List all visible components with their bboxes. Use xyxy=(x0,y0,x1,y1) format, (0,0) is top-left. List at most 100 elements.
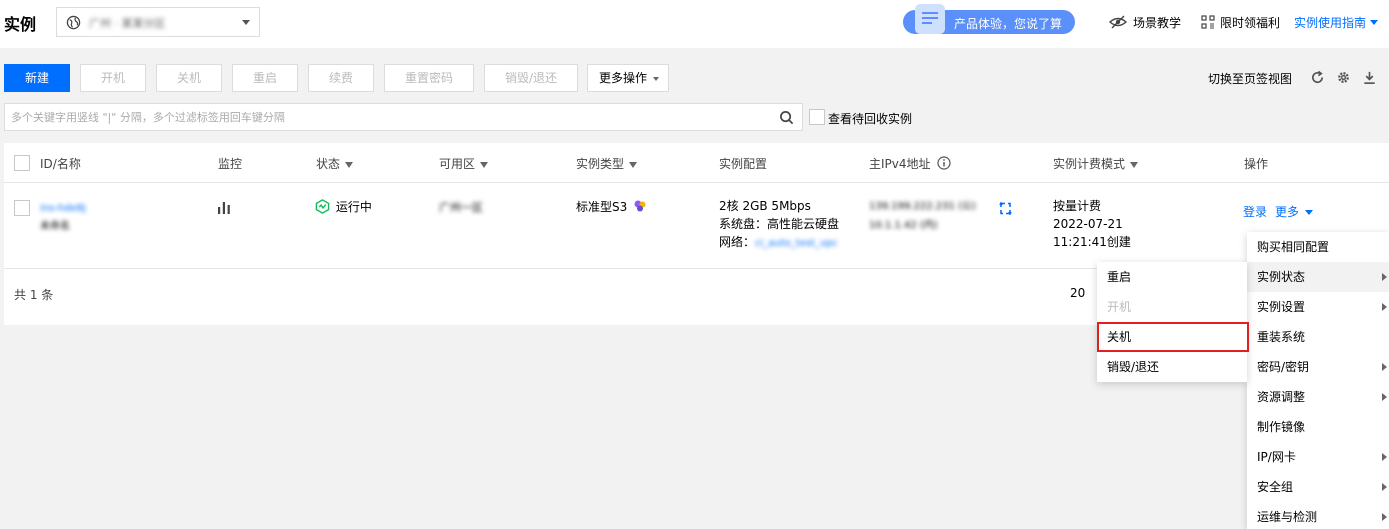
column-header-ip: 主IPv4地址 xyxy=(869,155,951,172)
recycle-checkbox[interactable] xyxy=(809,109,825,125)
menu-item-resource-adjust[interactable]: 资源调整 xyxy=(1247,382,1389,412)
created-date: 2022-07-21 xyxy=(1053,217,1123,231)
feedback-banner[interactable]: 产品体验，您说了算 xyxy=(903,4,1075,34)
column-header-billing[interactable]: 实例计费模式 xyxy=(1053,155,1139,172)
page-size-select[interactable]: 20 xyxy=(1070,286,1085,300)
reset-password-button[interactable]: 重置密码 xyxy=(384,64,474,92)
limited-benefit-label: 限时领福利 xyxy=(1220,16,1281,30)
menu-item-instance-settings[interactable]: 实例设置 xyxy=(1247,292,1389,322)
menu-item-ops-detection[interactable]: 运维与检测 xyxy=(1247,502,1389,529)
select-all-checkbox[interactable] xyxy=(14,155,30,171)
renew-button[interactable]: 续费 xyxy=(308,64,374,92)
created-time: 11:21:41创建 xyxy=(1053,235,1131,249)
column-header-billing-label: 实例计费模式 xyxy=(1053,157,1126,171)
chevron-down-icon xyxy=(1304,210,1313,215)
feedback-text: 产品体验，您说了算 xyxy=(954,17,1063,31)
menu-item-instance-status[interactable]: 实例状态 xyxy=(1247,262,1389,292)
table-header: ID/名称 监控 状态 可用区 实例类型 实例配置 主IPv4地址 实例计费模式… xyxy=(4,143,1389,183)
more-actions-link[interactable]: 更多 xyxy=(1275,204,1313,221)
column-header-id: ID/名称 xyxy=(40,157,81,171)
switch-tab-view-link[interactable]: 切换至页签视图 xyxy=(1208,70,1292,87)
filter-icon[interactable] xyxy=(1130,162,1139,168)
refresh-icon[interactable] xyxy=(1310,70,1325,85)
more-actions-link-label: 更多 xyxy=(1275,205,1300,219)
chevron-down-icon xyxy=(653,77,659,81)
instance-type-badge-icon xyxy=(634,200,646,212)
chevron-right-icon xyxy=(1382,303,1387,311)
login-link[interactable]: 登录 xyxy=(1243,204,1267,221)
menu-item-create-image[interactable]: 制作镜像 xyxy=(1247,412,1389,442)
chevron-down-icon xyxy=(242,20,250,25)
gear-icon[interactable] xyxy=(1336,70,1351,85)
status-text: 运行中 xyxy=(335,200,372,214)
destroy-return-button[interactable]: 销毁/退还 xyxy=(484,64,578,92)
menu-item-label: 密码/密钥 xyxy=(1257,360,1310,374)
shutdown-button[interactable]: 关机 xyxy=(156,64,222,92)
column-header-actions: 操作 xyxy=(1244,157,1269,171)
new-button[interactable]: 新建 xyxy=(4,64,70,92)
scene-teaching-link[interactable]: 场景教学 xyxy=(1109,14,1181,31)
menu-item-ip-nic[interactable]: IP/网卡 xyxy=(1247,442,1389,472)
public-ip: 139.199.222.231 (公) xyxy=(869,201,976,212)
column-header-zone[interactable]: 可用区 xyxy=(439,155,489,172)
running-status-icon xyxy=(315,199,330,214)
instance-id-link[interactable]: ins-hde8j xyxy=(40,200,86,217)
menu-item-label: 安全组 xyxy=(1257,480,1294,494)
submenu-item-start[interactable]: 开机 xyxy=(1097,292,1247,322)
column-header-type[interactable]: 实例类型 xyxy=(576,155,638,172)
menu-item-security-group[interactable]: 安全组 xyxy=(1247,472,1389,502)
vpc-link[interactable]: ci_auto_test_vpc xyxy=(755,238,838,249)
chevron-down-icon xyxy=(1370,20,1379,25)
ip-convert-icon[interactable] xyxy=(999,202,1012,215)
region-value: 广州 · 某某分区 xyxy=(89,17,166,30)
row-checkbox[interactable] xyxy=(14,200,30,216)
filter-icon[interactable] xyxy=(480,162,489,168)
chevron-right-icon xyxy=(1382,513,1387,521)
shutdown-highlight-box xyxy=(1097,322,1249,352)
monitor-chart-icon[interactable] xyxy=(217,201,231,214)
page-size-value: 20 xyxy=(1070,286,1086,300)
menu-item-label: 重装系统 xyxy=(1257,330,1306,344)
more-actions-button[interactable]: 更多操作 xyxy=(587,64,669,92)
recycle-label: 查看待回收实例 xyxy=(828,112,913,126)
config-line-disk: 系统盘：高性能云硬盘 xyxy=(719,217,840,231)
gift-icon xyxy=(1201,15,1215,29)
menu-item-reinstall-system[interactable]: 重装系统 xyxy=(1247,322,1389,352)
menu-item-label: IP/网卡 xyxy=(1257,450,1296,464)
search-icon[interactable] xyxy=(779,110,794,125)
chevron-right-icon xyxy=(1382,393,1387,401)
scene-teaching-label: 场景教学 xyxy=(1133,16,1182,30)
more-actions-label: 更多操作 xyxy=(599,71,648,85)
submenu-item-restart[interactable]: 重启 xyxy=(1097,262,1247,292)
instance-name: 未命名 xyxy=(40,221,70,232)
menu-item-label: 实例状态 xyxy=(1257,270,1306,284)
menu-item-label: 资源调整 xyxy=(1257,390,1306,404)
start-button[interactable]: 开机 xyxy=(80,64,146,92)
info-icon[interactable] xyxy=(937,156,951,170)
region-select[interactable]: 广州 · 某某分区 xyxy=(56,7,260,37)
status-badge: 运行中 xyxy=(315,199,372,216)
page-title: 实例 xyxy=(4,15,37,34)
search-input[interactable] xyxy=(11,109,771,125)
globe-icon xyxy=(66,15,81,30)
filter-icon[interactable] xyxy=(345,162,354,168)
instance-guide-link[interactable]: 实例使用指南 xyxy=(1294,14,1379,31)
menu-item-label: 运维与检测 xyxy=(1257,510,1318,524)
zone-value: 广州一区 xyxy=(439,201,483,214)
column-header-status[interactable]: 状态 xyxy=(316,155,354,172)
restart-button[interactable]: 重启 xyxy=(232,64,298,92)
chevron-right-icon xyxy=(1382,483,1387,491)
chevron-right-icon xyxy=(1382,453,1387,461)
menu-item-buy-same-config[interactable]: 购买相同配置 xyxy=(1247,232,1389,262)
instance-guide-label: 实例使用指南 xyxy=(1294,16,1367,30)
filter-icon[interactable] xyxy=(629,162,638,168)
limited-benefit-link[interactable]: 限时领福利 xyxy=(1201,14,1280,31)
instance-type: 标准型S3 xyxy=(576,199,647,216)
menu-item-password-key[interactable]: 密码/密钥 xyxy=(1247,352,1389,382)
column-header-type-label: 实例类型 xyxy=(576,157,625,171)
config-line-network: 网络：ci_auto_test_vpc xyxy=(719,234,838,252)
column-header-config: 实例配置 xyxy=(719,157,768,171)
billing-mode: 按量计费 xyxy=(1053,199,1102,213)
submenu-item-destroy-return[interactable]: 销毁/退还 xyxy=(1097,352,1247,382)
download-icon[interactable] xyxy=(1362,70,1377,85)
